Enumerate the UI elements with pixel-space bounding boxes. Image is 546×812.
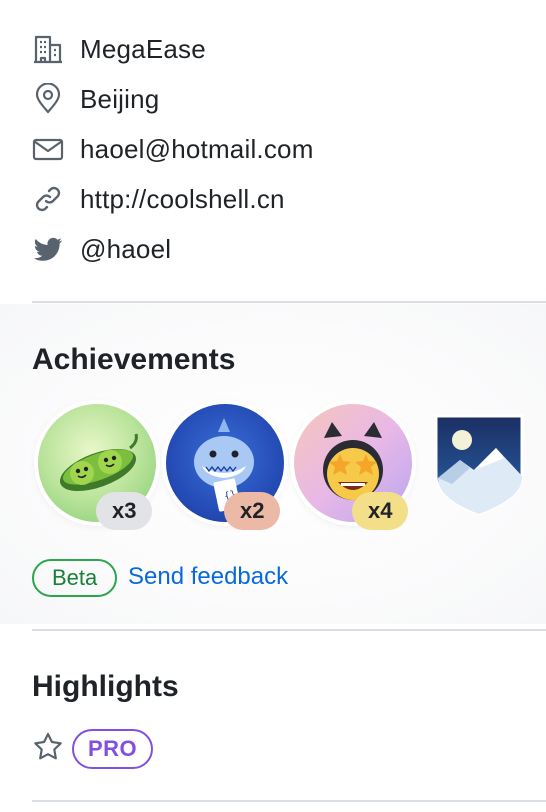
detail-website[interactable]: http://coolshell.cn <box>32 174 546 224</box>
pea-pod-badge-count: x3 <box>96 492 153 530</box>
shark-badge-count: x2 <box>224 492 281 530</box>
link-icon <box>32 183 64 215</box>
achievements-title: Achievements <box>32 343 236 376</box>
location-icon <box>32 83 64 115</box>
email-link[interactable]: haoel@hotmail.com <box>80 134 314 165</box>
mountain-shield-badge[interactable] <box>432 412 526 516</box>
twitter-icon <box>32 233 64 265</box>
mail-icon <box>32 133 64 165</box>
detail-location: Beijing <box>32 74 546 124</box>
pro-badge[interactable]: PRO <box>72 729 154 769</box>
detail-twitter[interactable]: @haoel <box>32 224 546 274</box>
website-link[interactable]: http://coolshell.cn <box>80 184 285 215</box>
location-text: Beijing <box>80 83 160 114</box>
detail-organization: MegaEase <box>32 24 546 74</box>
divider <box>32 301 546 303</box>
twitter-link[interactable]: @haoel <box>80 234 171 265</box>
starstruck-badge-count: x4 <box>352 492 409 530</box>
detail-email[interactable]: haoel@hotmail.com <box>32 124 546 174</box>
star-icon <box>32 731 64 763</box>
organization-icon <box>32 33 64 65</box>
profile-details: MegaEase Beijing haoel@hotmail.com http:… <box>32 24 546 274</box>
divider <box>32 629 546 631</box>
send-feedback-link[interactable]: Send feedback <box>128 563 288 591</box>
organization-text: MegaEase <box>80 33 206 64</box>
beta-badge: Beta <box>32 559 118 597</box>
divider <box>32 800 546 802</box>
highlights-title: Highlights <box>32 670 179 703</box>
